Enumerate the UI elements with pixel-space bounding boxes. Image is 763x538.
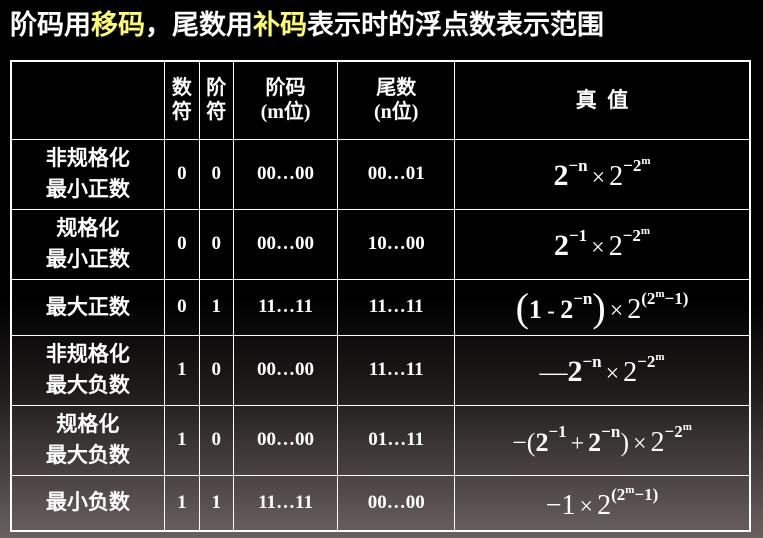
row-label: 非规格化 最小正数 — [10, 138, 165, 210]
mantissa-cell: 10…00 — [337, 208, 456, 280]
row-label: 规格化 最小正数 — [10, 208, 165, 280]
sign-cell: 1 — [163, 404, 200, 476]
exponent-cell: 11…11 — [232, 474, 339, 532]
exp-sign-cell: 0 — [198, 208, 234, 280]
value-formula: 2−n × 2−2m — [454, 138, 751, 210]
row-label: 规格化 最大负数 — [10, 404, 165, 476]
sign-cell: 1 — [163, 474, 200, 532]
exponent-cell: 11…11 — [232, 278, 339, 336]
header-exponent: 阶码 (m位) — [232, 60, 339, 140]
table-row: 规格化 最小正数 0 0 00…00 10…00 2−1 × 2−2m — [10, 208, 751, 280]
mantissa-cell: 11…11 — [337, 278, 456, 336]
title-part-1: 阶码用 — [10, 10, 91, 41]
value-formula: 2−1 × 2−2m — [454, 208, 751, 280]
exponent-cell: 00…00 — [232, 138, 339, 210]
header-sign: 数 符 — [163, 60, 200, 140]
table-row: 规格化 最大负数 1 0 00…00 01…11 −(2−1 +2−n) × 2−2m — [10, 404, 751, 476]
exponent-cell: 00…00 — [232, 404, 339, 476]
header-row: 数 符 阶 符 阶码 (m位) 尾数 (n位) 真 值 — [10, 60, 751, 140]
exp-sign-cell: 0 — [198, 404, 234, 476]
value-formula: (1 - 2−n) × 2(2m−1) — [454, 278, 751, 336]
page-title: 阶码用移码，尾数用补码表示时的浮点数表示范围 — [10, 4, 604, 48]
header-mantissa: 尾数 (n位) — [337, 60, 456, 140]
exp-sign-cell: 0 — [198, 138, 234, 210]
sign-cell: 1 — [163, 334, 200, 406]
sign-cell: 0 — [163, 208, 200, 280]
table-row: 最大正数 0 1 11…11 11…11 (1 - 2−n) × 2(2m−1) — [10, 278, 751, 336]
title-part-5: 表示时的浮点数表示范围 — [307, 10, 604, 41]
row-label: 最小负数 — [10, 474, 165, 532]
row-label: 最大正数 — [10, 278, 165, 336]
sign-cell: 0 — [163, 278, 200, 336]
title-highlight-twos-complement: 补码 — [253, 10, 307, 41]
value-formula: —2−n × 2−2m — [454, 334, 751, 406]
header-corner — [10, 60, 165, 140]
row-label: 非规格化 最大负数 — [10, 334, 165, 406]
mantissa-cell: 01…11 — [337, 404, 456, 476]
sign-cell: 0 — [163, 138, 200, 210]
header-exp-sign: 阶 符 — [198, 60, 234, 140]
table-row: 非规格化 最大负数 1 0 00…00 11…11 —2−n × 2−2m — [10, 334, 751, 406]
value-formula: −(2−1 +2−n) × 2−2m — [454, 404, 751, 476]
header-true-value: 真 值 — [454, 60, 751, 140]
exponent-cell: 00…00 — [232, 208, 339, 280]
mantissa-cell: 00…01 — [337, 138, 456, 210]
title-part-3: ，尾数用 — [145, 10, 253, 41]
float-range-table: 数 符 阶 符 阶码 (m位) 尾数 (n位) 真 值 非规格化 最小正数 0 … — [10, 60, 751, 532]
table-row: 非规格化 最小正数 0 0 00…00 00…01 2−n × 2−2m — [10, 138, 751, 210]
exp-sign-cell: 0 — [198, 334, 234, 406]
title-highlight-biased-code: 移码 — [91, 10, 145, 41]
mantissa-cell: 11…11 — [337, 334, 456, 406]
exponent-cell: 00…00 — [232, 334, 339, 406]
value-formula: −1 × 2(2m−1) — [454, 474, 751, 532]
exp-sign-cell: 1 — [198, 474, 234, 532]
exp-sign-cell: 1 — [198, 278, 234, 336]
mantissa-cell: 00…00 — [337, 474, 456, 532]
table-row: 最小负数 1 1 11…11 00…00 −1 × 2(2m−1) — [10, 474, 751, 532]
